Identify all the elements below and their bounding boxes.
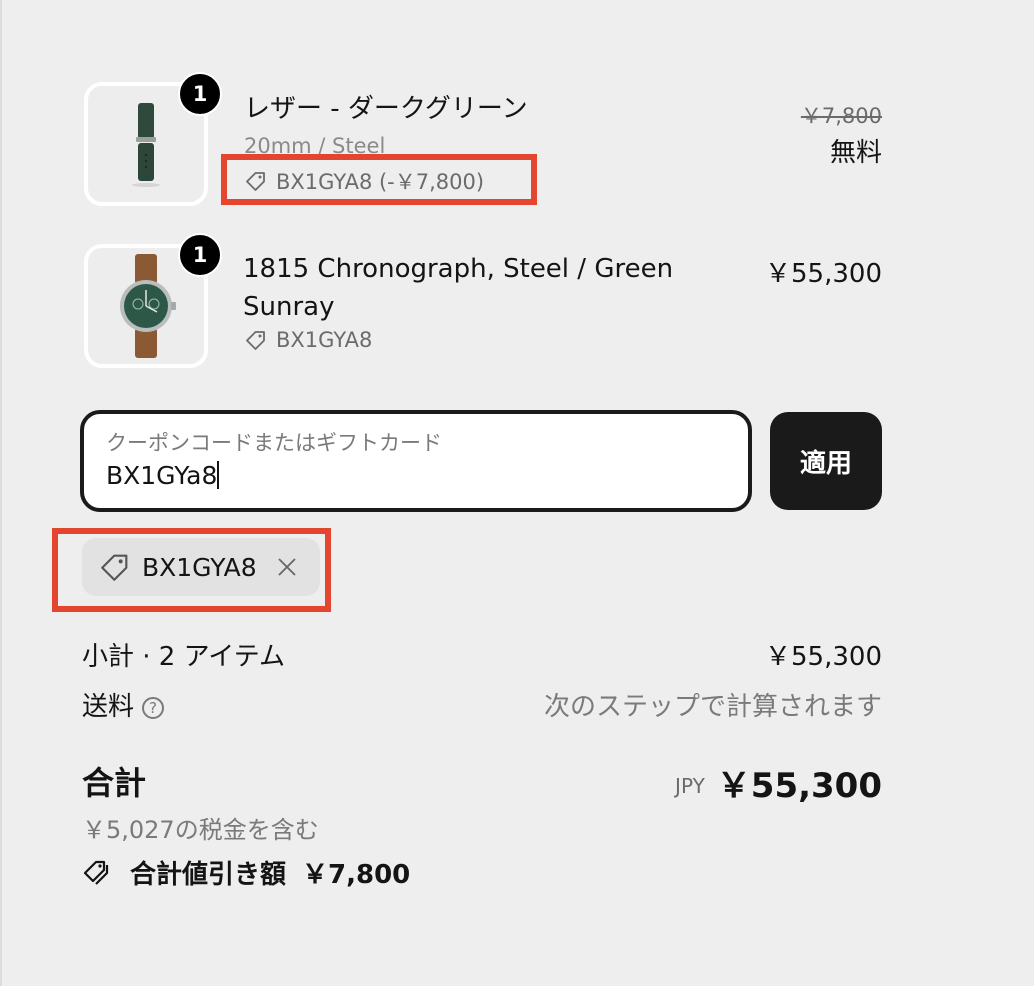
tax-note: ￥5,027の税金を含む (82, 816, 319, 844)
discount-value: ￥7,800 (302, 860, 411, 890)
item-price: ￥55,300 (765, 259, 882, 289)
total-label: 合計 (82, 764, 147, 802)
panel-left-border (0, 0, 2, 986)
item-price: 無料 (829, 138, 882, 168)
original-price: ￥7,800 (800, 104, 882, 128)
item-name-line2: Sunray (243, 292, 335, 322)
item-discount-code: BX1GYA8 (244, 328, 372, 352)
quantity-badge: 1 (178, 233, 222, 277)
coupon-input-label: クーポンコードまたはギフトカード (106, 431, 442, 455)
watch-image (120, 254, 176, 358)
shipping-value: 次のステップで計算されます (543, 692, 882, 722)
highlight-box (221, 154, 537, 205)
tags-icon (83, 860, 109, 885)
apply-button[interactable]: 適用 (770, 412, 882, 510)
discount-code-text: BX1GYA8 (276, 328, 373, 352)
item-name-line1: 1815 Chronograph, Steel / Green (243, 254, 674, 284)
tag-icon (246, 331, 265, 350)
item-name: レザー - ダークグリーン (244, 94, 528, 124)
total-discount: 合計値引き額 ￥7,800 (82, 854, 410, 891)
shipping-label: 送料 (82, 692, 135, 722)
currency-code: JPY (675, 774, 705, 798)
highlight-box (52, 528, 331, 612)
subtotal-value: ￥55,300 (765, 642, 882, 672)
coupon-input[interactable]: クーポンコードまたはギフトカード BX1GYa8 (80, 410, 752, 512)
leather-strap-image (132, 103, 160, 187)
shipping-row-label: 送料? (82, 686, 165, 723)
total-row: JPY ￥55,300 (580, 758, 882, 807)
discount-label: 合計値引き額 (130, 860, 287, 890)
text-cursor (217, 461, 220, 489)
subtotal-label: 小計 · 2 アイテム (82, 642, 286, 672)
coupon-input-value[interactable]: BX1GYa8 (106, 458, 726, 494)
total-value: ￥55,300 (716, 766, 882, 806)
quantity-badge: 1 (178, 72, 222, 116)
coupon-input-text: BX1GYa8 (106, 461, 218, 490)
help-icon[interactable]: ? (142, 697, 165, 719)
